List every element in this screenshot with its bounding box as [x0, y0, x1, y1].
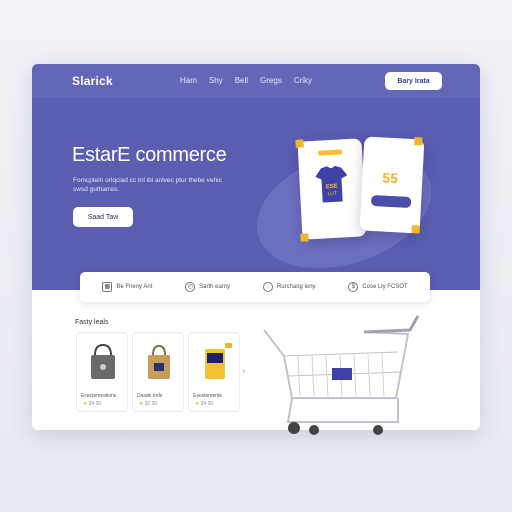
shopping-cart-icon: [263, 315, 420, 435]
shirt-icon: ESE LUT: [315, 165, 348, 203]
card-deco-bottom: [300, 233, 309, 242]
product-meta: ★ $2 $0: [139, 401, 158, 407]
feature-label: Rurchang leny: [276, 284, 316, 290]
price-pill: [370, 194, 412, 209]
nav-link-gregs[interactable]: Gregs: [260, 76, 282, 85]
product-meta: ★ $4 $0: [83, 401, 102, 407]
card-deco-top-right: [414, 137, 423, 146]
nav-bar: Ham Shy Bell Gregs Criky: [180, 76, 312, 85]
shopping-bag-icon: [148, 344, 170, 379]
hero-headline: EstarE commerce: [72, 144, 227, 166]
feature-item: ◌ Rurchang leny: [262, 282, 316, 292]
hero-section: Slarick Ham Shy Bell Gregs Criky Bary Ir…: [32, 64, 480, 290]
top-cta-button[interactable]: Bary Irata: [385, 72, 442, 90]
price-card[interactable]: 55: [359, 136, 425, 234]
feature-item: $ Cose Lly FCSOT: [348, 282, 408, 292]
card-deco-top: [295, 139, 304, 148]
clock-icon: ◴: [185, 282, 196, 292]
product-card[interactable]: Escetements ★ $4 $0: [188, 332, 240, 412]
product-card[interactable]: Ecectemestions ★ $4 $0: [76, 332, 128, 412]
hero-cta-button[interactable]: Saad Taw: [73, 207, 133, 227]
card-deco-bottom-right: [411, 225, 420, 234]
feature-item: ◴ Sarth earny: [185, 282, 230, 292]
product-meta: ★ $4 $0: [195, 401, 214, 407]
box-package-icon: [205, 343, 232, 379]
feature-label: Cose Lly FCSOT: [362, 284, 408, 290]
brand-logo[interactable]: Slarick: [72, 74, 113, 88]
product-card-shirt[interactable]: ESE LUT: [295, 138, 367, 242]
nav-link-bell[interactable]: Bell: [235, 76, 248, 85]
calendar-icon: ▦: [102, 282, 113, 292]
price-label: 55: [381, 169, 399, 187]
feature-label: Be Frieny Ant: [116, 284, 153, 290]
nav-link-criky[interactable]: Criky: [294, 76, 312, 85]
feature-label: Sarth earny: [199, 284, 231, 290]
card-tag: [317, 149, 343, 156]
money-icon: $: [348, 282, 359, 292]
top-bar: Slarick Ham Shy Bell Gregs Criky Bary Ir…: [32, 64, 480, 98]
hero-subtext: Fomcpteln orlqclad cc tnl ibi anlvec ptu…: [73, 177, 222, 193]
nav-link-shy[interactable]: Shy: [209, 76, 223, 85]
product-name: Ecectemestions: [81, 393, 117, 399]
svg-text:LUT: LUT: [327, 191, 337, 197]
feature-bar: ▦ Be Frieny Ant ◴ Sarth earny ◌ Rurchang…: [80, 272, 430, 302]
product-name: Escetements: [193, 393, 222, 399]
feature-item: ▦ Be Frieny Ant: [102, 282, 152, 292]
product-name: Dasde Irels: [137, 393, 163, 399]
product-card[interactable]: Dasde Irels ★ $2 $0: [132, 332, 184, 412]
tote-bag-icon: [91, 343, 115, 379]
section-title: Fasty leals: [75, 319, 109, 326]
chevron-right-icon[interactable]: ›: [242, 366, 245, 377]
chat-icon: ◌: [262, 282, 273, 292]
nav-link-ham[interactable]: Ham: [180, 76, 197, 85]
svg-text:ESE: ESE: [326, 184, 338, 191]
